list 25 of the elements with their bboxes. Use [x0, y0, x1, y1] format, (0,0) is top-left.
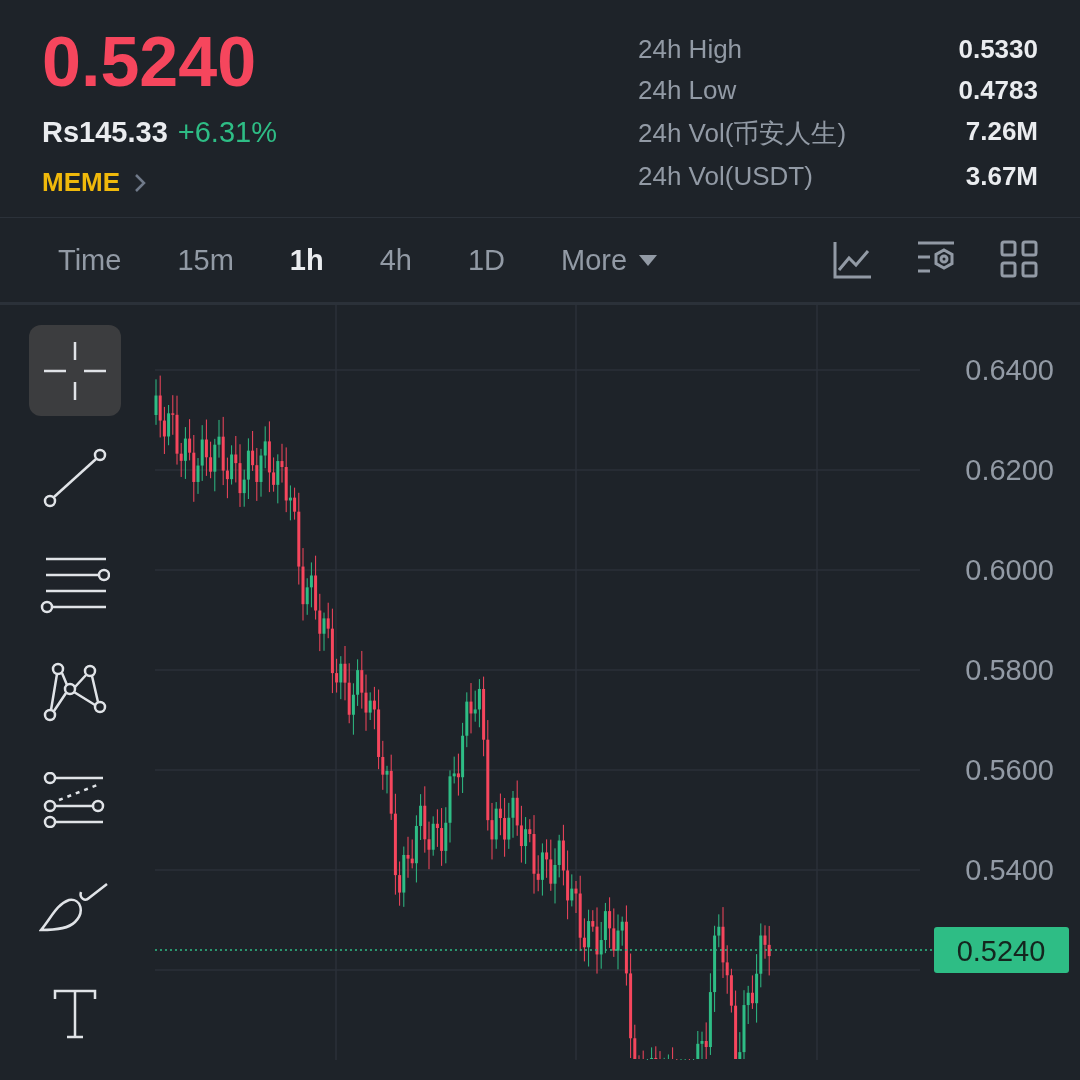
stat-value: 0.5330: [957, 34, 1038, 65]
timeframe-tab[interactable]: More: [533, 237, 686, 283]
last-price: 0.5240: [42, 22, 258, 102]
price-axis-label: 0.6400: [965, 354, 1054, 386]
timeframe-tab[interactable]: Time: [30, 237, 150, 283]
current-price-tag: 0.5240: [934, 927, 1069, 973]
stat-label: 24h Vol(USDT): [638, 161, 814, 192]
stat-value: 7.26M: [964, 116, 1038, 148]
stat-value: 0.4783: [957, 75, 1038, 106]
price-axis-label: 0.5800: [965, 654, 1054, 686]
price-axis-label: 0.6000: [965, 554, 1054, 586]
price-axis-label: 0.5600: [965, 754, 1054, 786]
stat-value: 3.67M: [964, 161, 1038, 192]
timeframe-tab[interactable]: 1D: [439, 237, 533, 283]
timeframe-tab[interactable]: 15m: [149, 237, 262, 283]
price-axis-label: 0.5400: [965, 854, 1054, 886]
fiat-price: Rs145.33: [42, 116, 168, 149]
timeframe-tab[interactable]: 1h: [261, 237, 352, 283]
timeframe-tab[interactable]: 4h: [351, 237, 440, 283]
token-tag-link[interactable]: MEME: [42, 167, 120, 198]
stat-label: 24h High: [638, 34, 744, 65]
stat-label: 24h Low: [638, 75, 738, 106]
stat-label: 24h Vol(币安人生): [638, 117, 848, 150]
price-axis-label: 0.6200: [965, 454, 1054, 486]
price-change: +6.31%: [177, 116, 277, 149]
